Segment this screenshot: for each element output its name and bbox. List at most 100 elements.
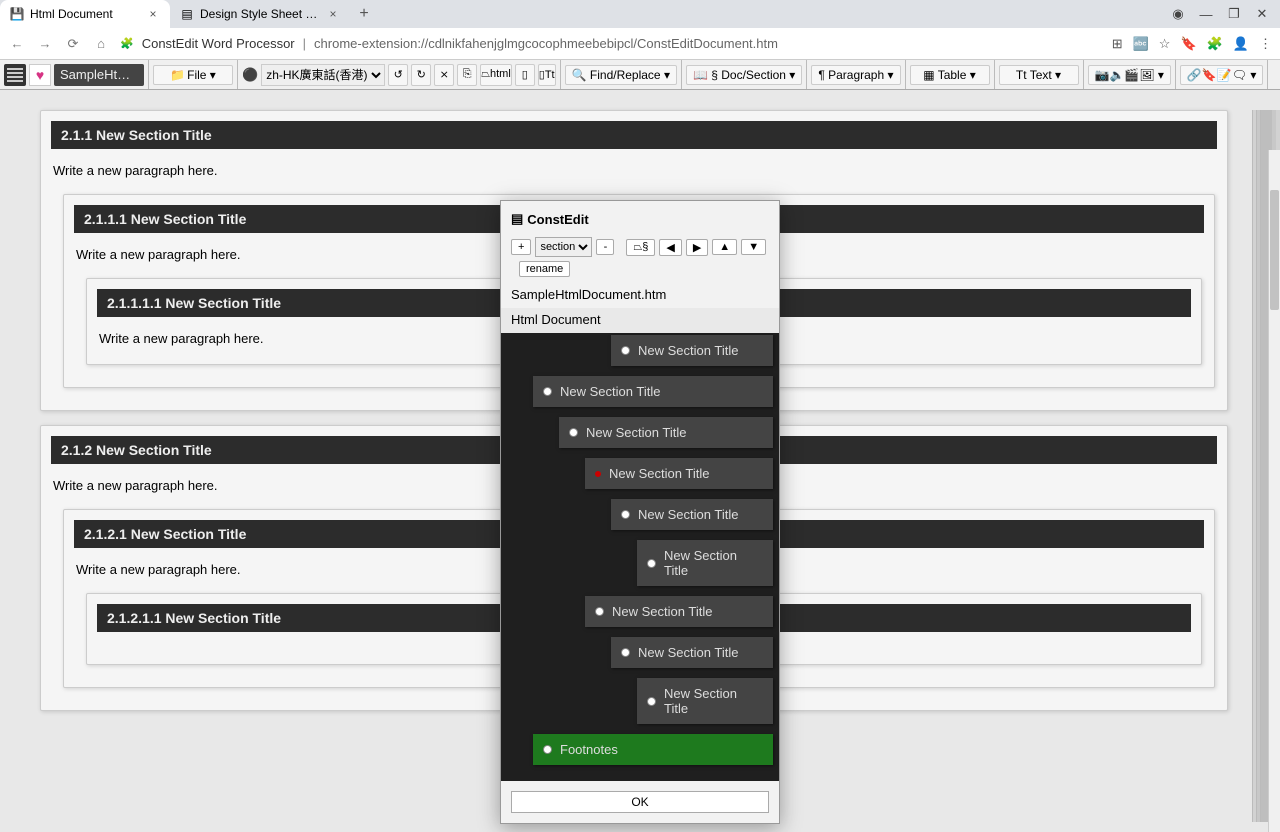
tree-node[interactable]: New Section Title — [637, 678, 773, 724]
table-menu[interactable]: ▦ Table ▾ — [910, 65, 990, 85]
tree-node[interactable]: New Section Title — [611, 499, 773, 530]
pause-icon[interactable]: ◉ — [1170, 6, 1186, 22]
tt-button[interactable]: ▯Tt — [538, 64, 556, 86]
prev-button[interactable]: ◀ — [659, 239, 681, 256]
down-button[interactable]: ▼ — [741, 239, 766, 255]
forward-icon[interactable]: → — [36, 36, 54, 51]
tree-node-label: New Section Title — [586, 425, 686, 440]
minimize-icon[interactable]: — — [1198, 7, 1214, 22]
tab-title: Design Style Sheet For Ht… — [200, 7, 320, 21]
tree-node-label: New Section Title — [638, 645, 738, 660]
paragraph-menu[interactable]: ¶ Paragraph ▾ — [811, 65, 900, 85]
install-icon[interactable]: ⊞ — [1112, 36, 1123, 52]
radio-icon — [647, 697, 656, 706]
doc-group: ♥ SampleHtmlDocu… — [0, 60, 149, 89]
tree-node-label: New Section Title — [560, 384, 660, 399]
save-icon: 💾 — [10, 7, 24, 21]
radio-icon — [569, 428, 578, 437]
ok-button[interactable]: OK — [511, 791, 769, 813]
record-icon[interactable]: ⚫ — [242, 67, 258, 83]
tree-node-label: New Section Title — [664, 686, 763, 716]
extensions-icon[interactable]: 🧩 — [1207, 36, 1223, 52]
dialog-filename: SampleHtmlDocument.htm — [501, 285, 779, 308]
document-name: SampleHtmlDocu… — [54, 64, 144, 86]
media-menu[interactable]: 📷🔈🎬🖼 ▾ — [1088, 65, 1171, 85]
tree-node-label: New Section Title — [638, 343, 738, 358]
tree-node-label: Footnotes — [560, 742, 618, 757]
tree-node[interactable]: New Section Title — [585, 458, 773, 489]
outline-tree[interactable]: New Section Title New Section Title New Se… — [501, 333, 779, 781]
text-menu[interactable]: Tt Text ▾ — [999, 65, 1079, 85]
tree-node[interactable]: New Section Title — [611, 335, 773, 366]
doc-section-menu[interactable]: 📖 § Doc/Section ▾ — [686, 65, 802, 85]
scrollbar[interactable] — [1268, 150, 1280, 832]
rename-button[interactable]: rename — [519, 261, 570, 277]
profile-icon[interactable]: 👤 — [1233, 36, 1249, 52]
tree-node-label: New Section Title — [638, 507, 738, 522]
tree-node-label: New Section Title — [612, 604, 712, 619]
radio-icon — [595, 607, 604, 616]
add-button[interactable]: + — [511, 239, 531, 255]
url-field[interactable]: 🧩 ConstEdit Word Processor | chrome-exte… — [120, 36, 1102, 51]
tab-html-document[interactable]: 💾 Html Document × — [0, 0, 170, 28]
tab-design-style-sheet[interactable]: ▤ Design Style Sheet For Ht… × — [170, 0, 350, 28]
address-bar: ← → ⟳ ⌂ 🧩 ConstEdit Word Processor | chr… — [0, 28, 1280, 60]
tree-node[interactable]: New Section Title — [559, 417, 773, 448]
maximize-icon[interactable]: ❐ — [1226, 6, 1242, 22]
tree-node[interactable]: New Section Title — [611, 637, 773, 668]
tree-node-label: New Section Title — [609, 466, 709, 481]
radio-icon — [543, 387, 552, 396]
dialog-title: ▤ ConstEdit — [501, 201, 779, 233]
reload-icon[interactable]: ⟳ — [64, 36, 82, 52]
link-menu[interactable]: 🔗🔖📝🗨 ▾ — [1180, 65, 1263, 85]
undo-button[interactable]: ↺ — [388, 64, 408, 86]
translate-icon[interactable]: 🔤 — [1133, 36, 1149, 52]
heart-icon[interactable]: ♥ — [29, 64, 51, 86]
up-button[interactable]: ▲ — [712, 239, 737, 255]
tree-node-label: New Section Title — [664, 548, 763, 578]
cut-button[interactable]: ⨯ — [434, 64, 454, 86]
tab-title: Html Document — [30, 7, 140, 21]
extension-icon: 🧩 — [120, 37, 134, 50]
tree-node[interactable]: New Section Title — [533, 376, 773, 407]
close-icon[interactable]: × — [146, 7, 160, 21]
star-icon[interactable]: ☆ — [1159, 36, 1171, 52]
radio-icon — [647, 559, 656, 568]
find-menu[interactable]: 🔍 Find/Replace ▾ — [565, 65, 677, 85]
hamburger-icon[interactable] — [4, 64, 26, 86]
new-tab-button[interactable]: + — [350, 0, 378, 28]
file-menu[interactable]: 📁 File ▾ — [153, 65, 233, 85]
paste-button[interactable]: ⎘ — [457, 64, 477, 86]
radio-icon — [543, 745, 552, 754]
bookmark-icon[interactable]: 🔖 — [1180, 36, 1196, 52]
language-select[interactable]: zh-HK廣東話(香港) — [261, 64, 385, 86]
radio-icon — [595, 471, 601, 477]
document-area: 2.1.1 New Section Title Write a new parag… — [0, 90, 1280, 832]
next-button[interactable]: ▶ — [686, 239, 708, 256]
radio-icon — [621, 510, 630, 519]
app-toolbar: ♥ SampleHtmlDocu… 📁 File ▾ ⚫ zh-HK廣東話(香港… — [0, 60, 1280, 90]
tree-node[interactable]: New Section Title — [585, 596, 773, 627]
back-icon[interactable]: ← — [8, 36, 26, 51]
app-name: ConstEdit Word Processor — [142, 36, 295, 51]
tree-node[interactable]: New Section Title — [637, 540, 773, 586]
type-select[interactable]: section — [535, 237, 592, 257]
page-button[interactable]: ▯ — [515, 64, 535, 86]
section-heading: 2.1.1 New Section Title — [51, 121, 1217, 149]
remove-button[interactable]: - — [596, 239, 614, 255]
window-controls: ◉ — ❐ ✕ — [1160, 6, 1280, 22]
browser-chrome: 💾 Html Document × ▤ Design Style Sheet F… — [0, 0, 1280, 60]
menu-icon[interactable]: ⋮ — [1259, 36, 1272, 52]
redo-button[interactable]: ↻ — [411, 64, 431, 86]
outline-dialog: ▤ ConstEdit + section - ⏢§ ◀ ▶ ▲ ▼ renam… — [500, 200, 780, 824]
tree-node-footnotes[interactable]: Footnotes — [533, 734, 773, 765]
close-icon[interactable]: × — [326, 7, 340, 21]
radio-icon — [621, 346, 630, 355]
paragraph[interactable]: Write a new paragraph here. — [49, 159, 1219, 188]
close-window-icon[interactable]: ✕ — [1254, 6, 1270, 22]
tab-strip: 💾 Html Document × ▤ Design Style Sheet F… — [0, 0, 1280, 28]
html-button[interactable]: ⏢html — [480, 64, 512, 86]
dialog-doc-title: Html Document — [501, 308, 779, 333]
home-icon[interactable]: ⌂ — [92, 36, 110, 51]
special-button[interactable]: ⏢§ — [626, 239, 655, 256]
